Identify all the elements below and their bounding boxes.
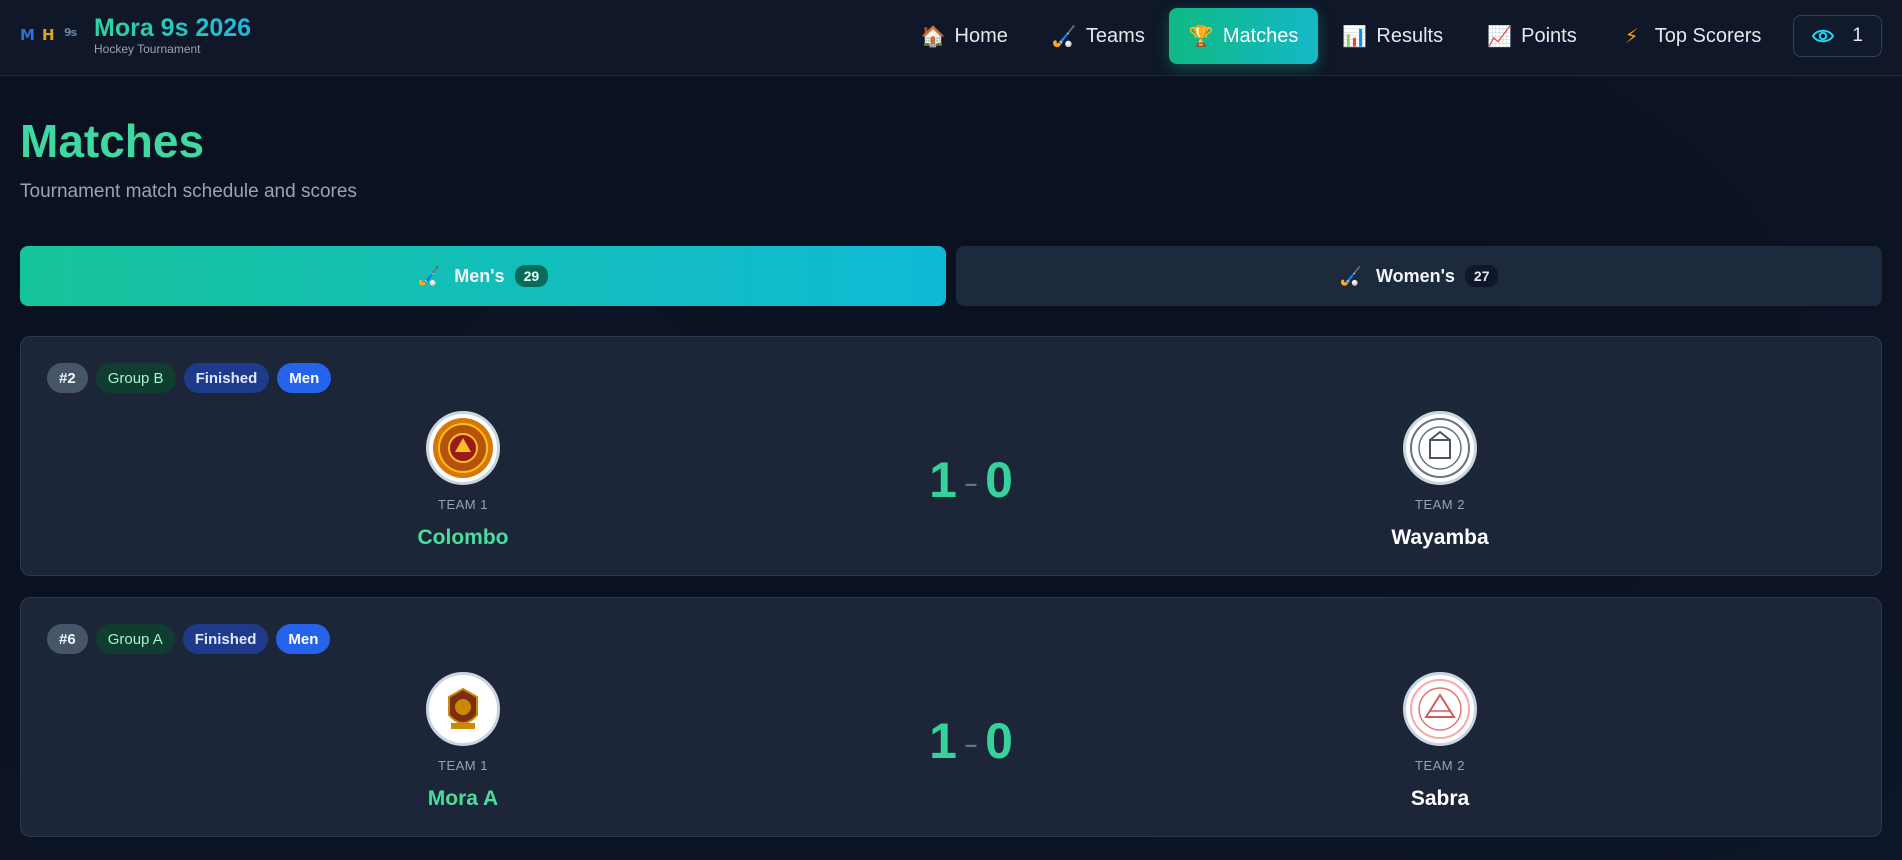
- nav-label: Teams: [1085, 24, 1145, 47]
- brand[interactable]: M H 9s Mora 9s 2026 Hockey Tournament: [20, 14, 251, 56]
- gender-badge: Men: [276, 624, 331, 654]
- tab-label: Women's: [1375, 265, 1455, 286]
- tab-womens[interactable]: 🏑 Women's 27: [956, 246, 1882, 306]
- nav-label: Home: [954, 24, 1008, 47]
- status-badge: Finished: [183, 363, 270, 393]
- brand-title: Mora 9s 2026: [94, 14, 252, 42]
- mora-crest-icon: [434, 680, 492, 738]
- team-role: TEAM 2: [1415, 758, 1465, 773]
- viewer-count: 1: [1852, 25, 1863, 46]
- page-title: Matches: [20, 115, 205, 167]
- nav-results[interactable]: 📊 Results: [1322, 8, 1463, 64]
- brand-logo: M H 9s: [20, 26, 77, 44]
- nav-matches[interactable]: 🏆 Matches: [1168, 8, 1319, 64]
- eye-icon: [1812, 29, 1835, 43]
- colombo-crest-icon: [433, 418, 493, 478]
- team-crest: [1403, 411, 1477, 485]
- top-navbar: M H 9s Mora 9s 2026 Hockey Tournament 🏠 Ho…: [0, 0, 1902, 76]
- tab-label: Men's: [454, 265, 505, 286]
- team-name[interactable]: Mora A: [363, 787, 563, 811]
- team-crest: [426, 672, 500, 746]
- team-crest: [426, 411, 500, 485]
- hockey-stick-icon: 🏑: [1051, 25, 1077, 48]
- main-nav: 🏠 Home 🏑 Teams 🏆 Matches 📊 Results 📈 Poi…: [897, 8, 1882, 64]
- score-separator: –: [964, 470, 978, 496]
- nav-label: Top Scorers: [1654, 24, 1762, 47]
- brand-subtitle: Hockey Tournament: [94, 42, 201, 56]
- score-team-2: 0: [985, 713, 1013, 769]
- team-2: TEAM 2 Wayamba: [1340, 411, 1540, 550]
- line-chart-icon: 📈: [1487, 25, 1513, 48]
- match-number-badge: #6: [47, 624, 88, 654]
- score-team-1: 1: [929, 713, 957, 769]
- score-team-1: 1: [929, 452, 957, 508]
- group-badge: Group B: [95, 363, 176, 393]
- nav-label: Results: [1376, 24, 1444, 47]
- nav-label: Matches: [1222, 24, 1299, 47]
- team-name[interactable]: Colombo: [363, 526, 563, 550]
- match-score: 1–0: [901, 451, 1041, 509]
- nav-top-scorers[interactable]: ⚡ Top Scorers: [1601, 8, 1782, 64]
- match-score: 1–0: [901, 712, 1041, 770]
- page-subtitle: Tournament match schedule and scores: [20, 181, 357, 202]
- hockey-stick-icon: 🏑: [417, 265, 441, 286]
- nav-label: Points: [1521, 24, 1577, 47]
- house-icon: 🏠: [920, 25, 946, 48]
- match-tags: #6 Group A Finished Men: [47, 624, 338, 654]
- count-badge: 29: [514, 265, 549, 287]
- match-card[interactable]: #6 Group A Finished Men TEAM 1 Mora A 1–…: [20, 597, 1882, 837]
- bar-chart-icon: 📊: [1342, 25, 1368, 48]
- status-badge: Finished: [182, 624, 269, 654]
- count-badge: 27: [1464, 265, 1499, 287]
- nav-points[interactable]: 📈 Points: [1467, 8, 1597, 64]
- trophy-icon: 🏆: [1188, 25, 1214, 48]
- match-tags: #2 Group B Finished Men: [47, 363, 339, 393]
- match-number-badge: #2: [47, 363, 88, 393]
- nav-home[interactable]: 🏠 Home: [901, 8, 1028, 64]
- score-separator: –: [964, 731, 978, 757]
- team-1: TEAM 1 Colombo: [363, 411, 563, 550]
- team-crest: [1403, 672, 1477, 746]
- team-name[interactable]: Sabra: [1340, 787, 1540, 811]
- nav-teams[interactable]: 🏑 Teams: [1032, 8, 1165, 64]
- sabra-crest-icon: [1410, 679, 1470, 739]
- viewer-counter[interactable]: 1: [1793, 15, 1882, 57]
- hockey-stick-icon: 🏑: [1339, 265, 1362, 286]
- gender-badge: Men: [277, 363, 332, 393]
- wayamba-crest-icon: [1410, 418, 1470, 478]
- team-name[interactable]: Wayamba: [1340, 526, 1540, 550]
- score-team-2: 0: [985, 452, 1013, 508]
- team-1: TEAM 1 Mora A: [363, 672, 563, 811]
- group-badge: Group A: [95, 624, 175, 654]
- match-card[interactable]: #2 Group B Finished Men TEAM 1 Colombo 1…: [20, 336, 1882, 576]
- team-2: TEAM 2 Sabra: [1340, 672, 1540, 811]
- lightning-icon: ⚡: [1624, 25, 1639, 48]
- team-role: TEAM 2: [1415, 497, 1465, 512]
- tab-mens[interactable]: 🏑 Men's 29: [20, 246, 946, 306]
- team-role: TEAM 1: [438, 758, 488, 773]
- team-role: TEAM 1: [438, 497, 488, 512]
